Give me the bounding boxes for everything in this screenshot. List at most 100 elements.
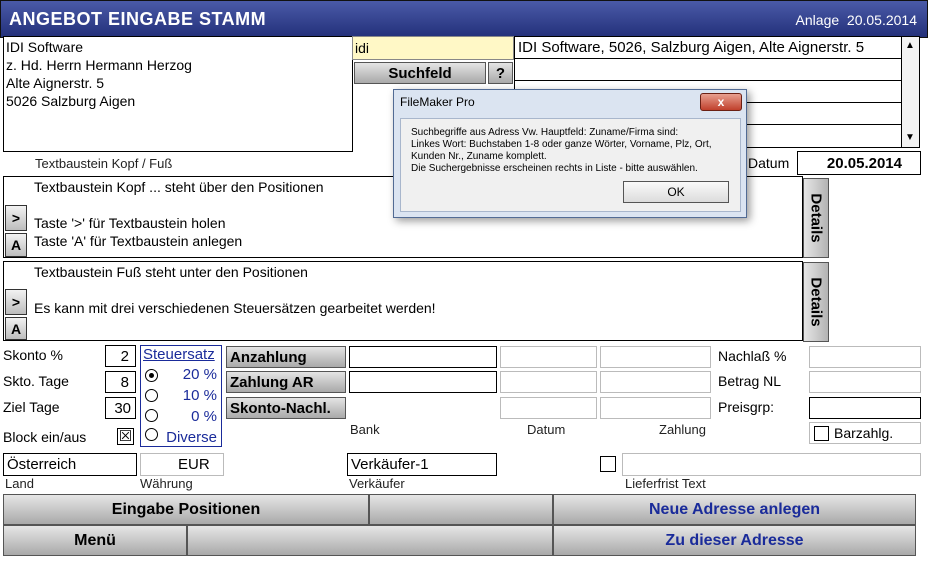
skonto-nachl-zahlung-field[interactable] [600,397,711,419]
tax-radio-0[interactable] [145,409,158,422]
dialog-title: FileMaker Pro [400,95,475,109]
anzahlung-bank-field[interactable] [349,346,497,368]
search-input-value: idi [355,40,370,56]
tax-radio-10[interactable] [145,389,158,402]
lieferfrist-label: Lieferfrist Text [625,476,706,491]
verkaeufer-label: Verkäufer [349,476,405,491]
neue-adresse-button[interactable]: Neue Adresse anlegen [553,494,916,525]
foot-details-label: Details [807,277,825,327]
skonto-nachl-button[interactable]: Skonto-Nachl. [226,397,346,419]
empty-button-top[interactable] [369,494,553,525]
tax-option-label: 20 % [182,366,217,383]
datum-column-label: Datum [527,422,566,437]
close-icon[interactable]: x [700,93,742,111]
barzahlung-label: Barzahlg. [834,425,894,441]
anzahlung-datum-field[interactable] [500,346,597,368]
header-status: Anlage 20.05.2014 [796,12,917,28]
menue-button[interactable]: Menü [3,525,187,556]
scroll-down-icon[interactable]: ▼ [905,132,915,143]
skonto-value: 2 [120,348,129,365]
date-field-value: 20.05.2014 [826,155,902,172]
head-details-label: Details [807,193,825,243]
block-checkbox[interactable]: ☒ [117,428,134,445]
anzahlung-button[interactable]: Anzahlung [226,346,346,368]
zahlung-ar-datum-field[interactable] [500,371,597,393]
tax-option-label: 0 % [191,408,217,425]
ziel-tage-field[interactable]: 30 [105,397,136,419]
barzahlung-checkbox[interactable] [814,426,829,441]
skto-tage-field[interactable]: 8 [105,371,136,393]
lieferfrist-checkbox[interactable] [600,456,616,472]
waehrung-value: EUR [178,456,210,473]
land-field[interactable]: Österreich [3,453,137,476]
scroll-up-icon[interactable]: ▲ [905,40,915,51]
land-value: Österreich [7,456,77,473]
eingabe-positionen-button[interactable]: Eingabe Positionen [3,494,369,525]
foot-create-button[interactable]: A [5,317,27,340]
verkaeufer-value: Verkäufer-1 [351,456,429,473]
filemaker-dialog: FileMaker Pro x Suchbegriffe aus Adress … [393,89,747,218]
header-date: 20.05.2014 [846,12,917,28]
head-fetch-button[interactable]: > [5,205,27,231]
foot-text: Textbaustein Fuß steht unter den Positio… [34,264,436,316]
bank-column-label: Bank [350,422,380,437]
block-label: Block ein/aus [3,429,87,445]
help-button[interactable]: ? [488,62,513,84]
waehrung-field[interactable]: EUR [140,453,224,476]
date-field[interactable]: 20.05.2014 [797,151,921,175]
search-button[interactable]: Suchfeld [354,62,486,84]
textblock-section-label: Textbaustein Kopf / Fuß [35,156,173,171]
result-row[interactable] [515,59,901,81]
tax-link[interactable]: Steuersatz [143,346,215,363]
skonto-nachl-datum-field[interactable] [500,397,597,419]
zahlung-ar-zahlung-field[interactable] [600,371,711,393]
zahlung-column-label: Zahlung [659,422,706,437]
foot-details-button[interactable]: Details [803,262,829,342]
address-line-3: Alte Aignerstr. 5 [6,75,105,91]
foot-text-area[interactable]: Textbaustein Fuß steht unter den Positio… [3,261,803,341]
tax-radio-diverse[interactable] [145,428,158,441]
empty-button-bottom[interactable] [187,525,553,556]
head-text: Textbaustein Kopf ... steht über den Pos… [34,179,324,249]
result-row[interactable]: IDI Software, 5026, Salzburg Aigen, Alte… [515,37,901,59]
dialog-ok-button[interactable]: OK [623,181,729,203]
anzahlung-zahlung-field[interactable] [600,346,711,368]
search-input[interactable]: idi [352,36,514,60]
page-title: ANGEBOT EINGABE STAMM [9,9,267,29]
tax-option-label: 10 % [182,387,217,404]
dialog-body: Suchbegriffe aus Adress Vw. Hauptfeld: Z… [400,118,741,212]
preisgrp-field[interactable] [809,397,921,419]
preisgrp-label: Preisgrp: [718,399,775,415]
head-details-button[interactable]: Details [803,178,829,258]
skonto-label: Skonto % [3,347,63,363]
betrag-nl-field[interactable] [809,371,921,393]
zahlung-ar-button[interactable]: Zahlung AR [226,371,346,393]
skonto-field[interactable]: 2 [105,345,136,367]
address-line-2: z. Hd. Herrn Hermann Herzog [6,57,192,73]
skto-tage-label: Skto. Tage [3,373,69,389]
zahlung-ar-bank-field[interactable] [349,371,497,393]
zu-dieser-adresse-button[interactable]: Zu dieser Adresse [553,525,916,556]
barzahlung-box[interactable]: Barzahlg. [809,422,921,444]
status-label: Anlage [795,12,840,28]
address-box[interactable]: IDI Software z. Hd. Herrn Hermann Herzog… [3,36,353,152]
nachlass-field[interactable] [809,346,921,368]
tax-radio-20[interactable] [145,369,158,382]
ziel-tage-label: Ziel Tage [3,399,60,415]
foot-fetch-button[interactable]: > [5,289,27,315]
results-scrollbar[interactable]: ▲ ▼ [901,37,919,147]
land-label: Land [5,476,34,491]
tax-option-label: Diverse [166,429,217,446]
date-label: Datum [748,155,790,171]
waehrung-label: Währung [140,476,193,491]
head-create-button[interactable]: A [5,233,27,257]
dialog-message: Suchbegriffe aus Adress Vw. Hauptfeld: Z… [411,127,712,174]
lieferfrist-field[interactable] [622,453,921,476]
title-bar: ANGEBOT EINGABE STAMM Anlage 20.05.2014 [0,0,928,38]
skto-tage-value: 8 [120,374,129,391]
betrag-nl-label: Betrag NL [718,373,782,389]
address-line-1: IDI Software [6,39,84,55]
address-line-4: 5026 Salzburg Aigen [6,93,136,109]
nachlass-label: Nachlaß % [718,348,787,364]
verkaeufer-field[interactable]: Verkäufer-1 [347,453,497,476]
